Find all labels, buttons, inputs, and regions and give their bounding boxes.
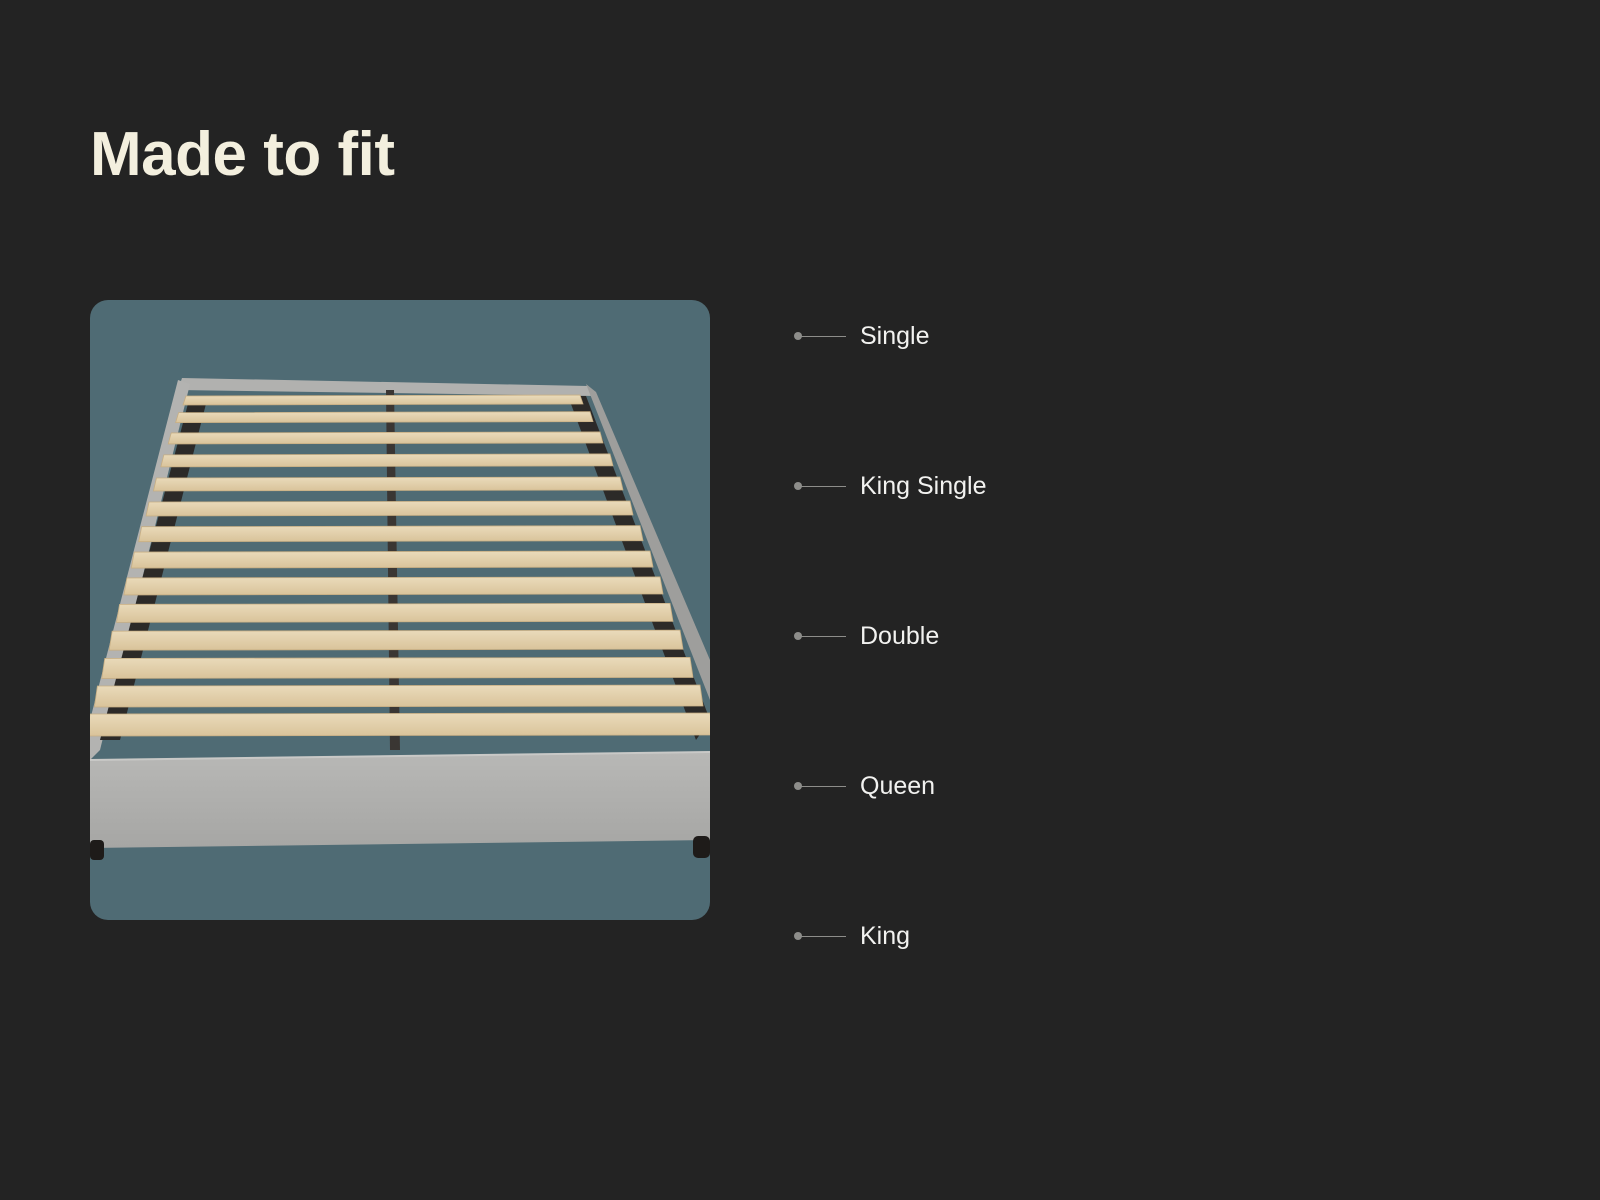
bullet-marker-icon — [794, 331, 846, 341]
slat-shape — [167, 431, 604, 445]
size-option-king[interactable]: King — [794, 916, 910, 956]
slat-shape — [175, 411, 594, 424]
slat-shape — [116, 602, 674, 623]
bullet-marker-icon — [794, 631, 846, 641]
size-option-king-single[interactable]: King Single — [794, 466, 986, 506]
slat-shape — [108, 629, 684, 651]
bed-frame-with-slats-image — [90, 378, 710, 860]
size-option-double[interactable]: Double — [794, 616, 939, 656]
bullet-marker-icon — [794, 781, 846, 791]
slat-shape — [130, 550, 654, 569]
slat-shape — [101, 657, 694, 679]
size-label: Double — [860, 621, 940, 650]
bullet-marker-icon — [794, 481, 846, 491]
page-title: Made to fit — [90, 120, 395, 189]
size-label: Queen — [860, 771, 936, 800]
size-option-single[interactable]: Single — [794, 316, 930, 356]
bed-frame-image — [90, 300, 710, 920]
slat-shape — [93, 684, 704, 708]
size-label: King — [860, 921, 911, 950]
slat-shape — [123, 576, 664, 596]
slat-shape — [152, 476, 624, 492]
slat-shape — [145, 500, 634, 517]
slat-shape — [182, 394, 584, 406]
slat-shape — [90, 712, 710, 737]
size-option-queen[interactable]: Queen — [794, 766, 935, 806]
bullet-marker-icon — [794, 931, 846, 941]
size-label: Single — [860, 321, 930, 350]
slat-shape — [138, 525, 644, 543]
size-label: King Single — [860, 471, 987, 500]
slat-shape — [160, 453, 614, 468]
